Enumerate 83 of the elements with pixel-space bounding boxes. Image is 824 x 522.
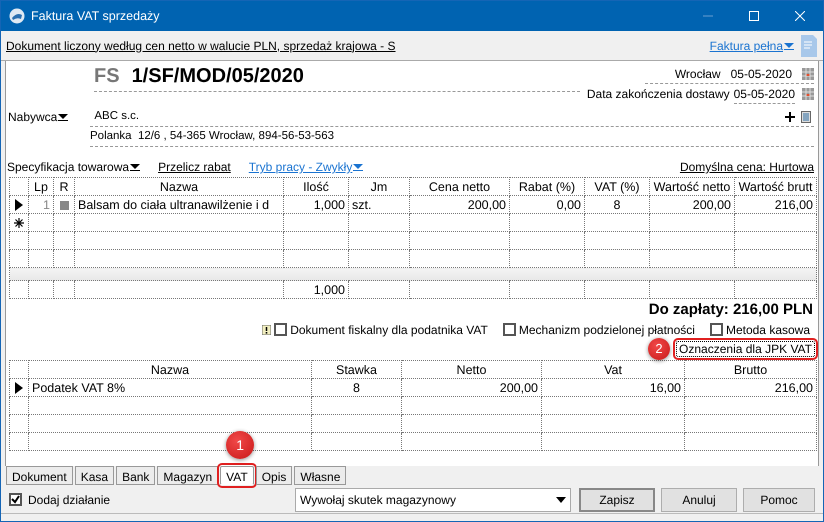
table-cell: 1 — [43, 198, 50, 212]
marker-square-icon — [60, 200, 68, 210]
table-cell: 200,00 — [692, 198, 731, 212]
tab[interactable]: Magazyn — [157, 466, 218, 485]
column-header: Wartość netto — [650, 178, 734, 196]
table-cell: Balsam do ciała ultranawilżenie i d — [78, 198, 270, 212]
maximize-icon — [749, 11, 759, 21]
dialog-button[interactable]: Anuluj — [661, 488, 737, 512]
document-number: 1/SF/MOD/05/2020 — [132, 65, 304, 88]
table-cell: 8 — [614, 198, 620, 212]
checkbox-label: Dodaj działanie — [28, 492, 110, 508]
tab[interactable]: Kasa — [74, 466, 114, 485]
delivery-date-label: Data zakończenia dostawy — [586, 86, 730, 103]
column-header: Rabat (%) — [510, 178, 584, 196]
calendar-icon[interactable] — [802, 88, 814, 100]
column-header: Brutto — [684, 360, 816, 378]
dialog-button[interactable]: Pomoc — [743, 488, 815, 512]
flag-icon — [262, 324, 272, 334]
column-header: Stawka — [312, 360, 402, 378]
stock-action-select[interactable]: Wywołaj skutek magazynowy — [295, 488, 571, 512]
caret-icon — [784, 42, 794, 50]
buyer-dropdown[interactable]: Nabywca — [8, 107, 68, 127]
tab[interactable]: Własne — [294, 466, 346, 485]
check-icon — [11, 495, 20, 504]
add-icon[interactable] — [785, 112, 795, 122]
calendar-icon[interactable] — [802, 68, 814, 80]
checkbox[interactable] — [502, 323, 516, 336]
specification-dropdown[interactable]: Specyfikacja towarowa — [7, 158, 140, 176]
amount-due: Do zapłaty: 216,00 PLN — [648, 300, 813, 320]
jpk-markings-button[interactable]: Oznaczenia dla JPK VAT — [676, 341, 815, 357]
tab[interactable]: Dokument — [6, 466, 73, 485]
app-logo-icon — [9, 8, 25, 24]
table-cell: 1,000 — [314, 282, 345, 296]
default-price-link[interactable]: Domyślna cena: Hurtowa — [680, 158, 814, 176]
callout-badge: 2 — [648, 338, 670, 360]
column-header: R — [54, 178, 74, 196]
table-cell: szt. — [352, 198, 372, 212]
caret-icon — [58, 113, 68, 121]
table-cell: 1,000 — [314, 198, 345, 212]
new-row-icon — [14, 218, 24, 228]
caret-icon — [353, 163, 364, 171]
caret-icon — [130, 163, 140, 171]
caret-icon — [556, 496, 566, 502]
close-icon — [795, 11, 805, 21]
column-header: Vat — [542, 360, 684, 378]
place-label: Wrocław — [674, 66, 721, 83]
checkbox[interactable] — [710, 323, 723, 336]
work-mode-dropdown[interactable]: Tryb pracy - Zwykły — [248, 158, 364, 176]
table-cell: 200,00 — [468, 198, 506, 212]
table-cell: 0,00 — [556, 198, 581, 212]
column-header: Lp — [28, 178, 54, 196]
table-cell: Podatek VAT 8% — [32, 380, 126, 394]
checkbox-label: Metoda kasowa — [726, 322, 810, 338]
document-type-dropdown[interactable]: Faktura pełna — [710, 36, 794, 54]
table-cell: 216,00 — [774, 380, 813, 394]
checkbox-label: Dokument fiskalny dla podatnika VAT — [290, 322, 488, 338]
column-header: Cena netto — [410, 178, 510, 196]
column-header: Wartość brutt — [734, 178, 816, 196]
table-cell: 8 — [353, 380, 360, 394]
column-header: Netto — [402, 360, 542, 378]
list-icon[interactable] — [801, 110, 811, 122]
table-cell: 200,00 — [500, 380, 538, 394]
column-header: VAT (%) — [584, 178, 650, 196]
buyer-address: Polanka 12/6 , 54-365 Wrocław, 894-56-53-563 — [90, 128, 334, 144]
checkbox-label: Mechanizm podzielonej płatności — [518, 322, 695, 338]
buyer-name-field[interactable]: ABC s.c. — [94, 108, 140, 126]
tab[interactable]: Opis — [256, 466, 292, 485]
recalculate-discount-link[interactable]: Przelicz rabat — [158, 158, 231, 176]
checkbox[interactable] — [9, 493, 22, 506]
window-title: Faktura VAT sprzedaży — [31, 8, 160, 25]
table-cell: 216,00 — [774, 198, 813, 212]
column-header: Jm — [348, 178, 410, 196]
column-header: Ilość — [284, 178, 348, 196]
table-cell: 16,00 — [650, 380, 681, 394]
document-info-link[interactable]: Dokument liczony według cen netto w walucie PLN, sprzedaż krajowa - S — [6, 36, 396, 54]
checkbox[interactable] — [274, 323, 288, 336]
tab[interactable]: Bank — [116, 466, 156, 485]
delivery-date-field[interactable]: 05-05-2020 — [734, 84, 795, 104]
column-header: Nazwa — [28, 360, 312, 378]
column-header: Nazwa — [74, 178, 284, 196]
issue-date-field[interactable]: 05-05-2020 — [730, 65, 792, 83]
document-prefix: FS — [94, 65, 120, 88]
dialog-button[interactable]: Zapisz — [579, 488, 655, 512]
